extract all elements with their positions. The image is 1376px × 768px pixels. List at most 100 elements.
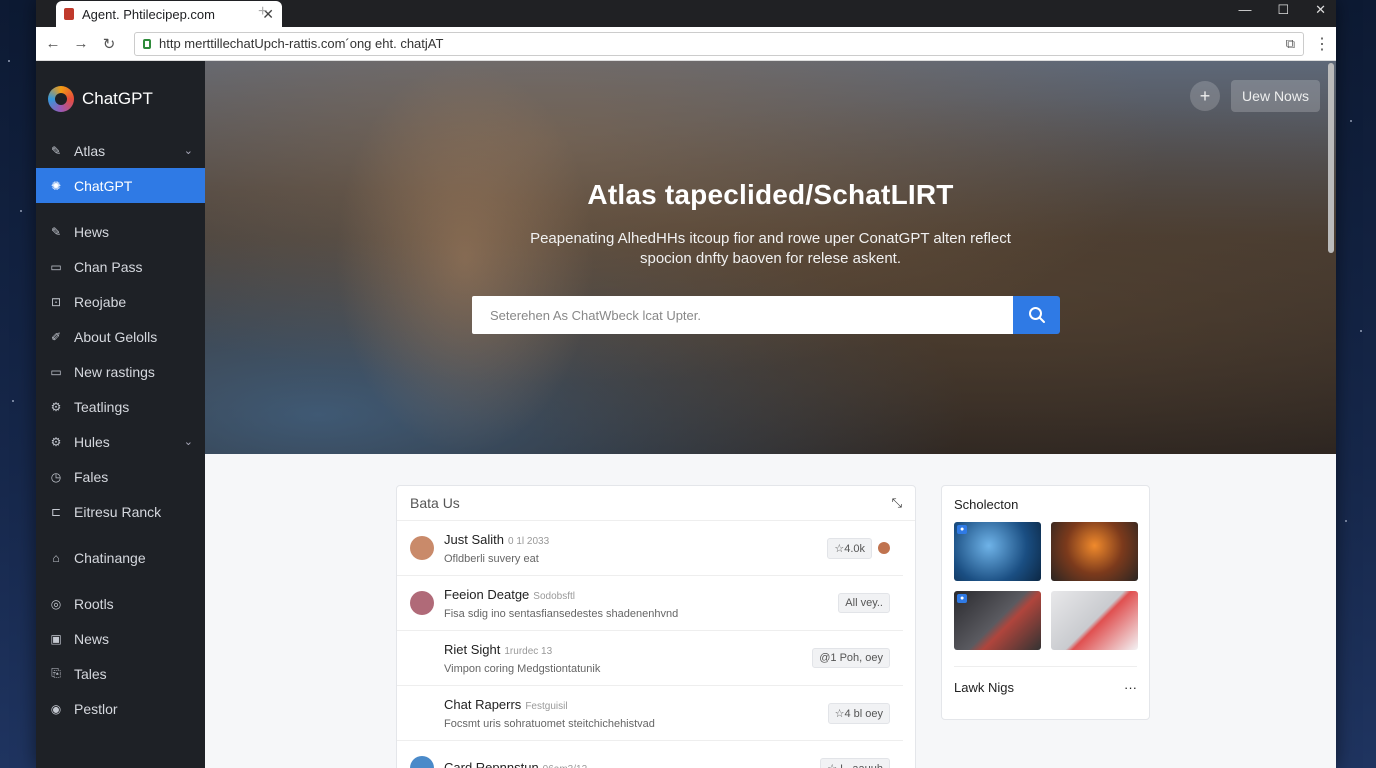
sidebar-item-pestlor[interactable]: ◉ Pestlor [36,691,205,726]
list-item-tag[interactable]: ☆4.0k [827,537,872,559]
add-icon[interactable]: + [1190,81,1220,111]
sidebar-item-fales[interactable]: ◷ Fales [36,459,205,494]
badge-icon: ● [957,525,968,534]
sidebar-item-label: About Gelolls [74,328,158,345]
sidebar-item-news[interactable]: ▣ News [36,621,205,656]
chevron-down-icon[interactable]: ⌄ [184,435,193,448]
sidebar-item-reojabe[interactable]: ⊡ Reojabe [36,284,205,319]
scrollbar[interactable] [1328,63,1334,253]
sidebar-item-label: Fales [74,468,109,485]
sidebar-item-eitresu-ranck[interactable]: ⊏ Eitresu Ranck [36,494,205,529]
forward-icon[interactable]: → [72,35,90,52]
list-item-text: Riet Sight 1rurdec 13 Vimpon coring Medgst… [444,641,812,675]
hero-subtitle: Peapenating AlhedHHs itcoup fior and row… [205,229,1336,269]
feed-card: Bata Us ⤡ Just Salith 0 1l 2033 Ofldberli … [396,485,916,768]
sidebar-item-label: Reojabe [74,293,127,310]
list-item-heading: Card Repnnstun 06am3/12 [444,759,820,768]
list-item[interactable]: Riet Sight 1rurdec 13 Vimpon coring Medgst… [397,631,903,686]
sidebar-item-atlas[interactable]: ✎ Atlas ⌄ [36,133,205,168]
feed-list: Just Salith 0 1l 2033 Ofldberli suvery eat… [397,521,915,768]
feed-header: Bata Us ⤡ [397,486,915,521]
new-tab-icon[interactable]: + [258,3,267,21]
pen-icon: ✎ [50,143,62,158]
list-item-description: Focsmt uris sohratuomet steitchichehistv… [444,718,655,730]
hero-title: Atlas tapeclided/SchatLIRT [587,179,954,210]
fire-thumbnail[interactable] [1051,522,1138,581]
avatar [410,756,434,768]
close-window-icon[interactable]: ✕ [1315,2,1326,18]
sidebar-item-tales[interactable]: ⎘ Tales [36,656,205,691]
sidebar-item-about-gelolls[interactable]: ✐ About Gelolls [36,319,205,354]
list-item-text: Feeion Deatge Sodobsftl Fisa sdig ino sent… [444,586,838,620]
list-item-name[interactable]: Chat Raperrs [444,697,521,712]
list-item[interactable]: Just Salith 0 1l 2033 Ofldberli suvery eat… [397,521,903,576]
sidebar-item-chan-pass[interactable]: ▭ Chan Pass [36,249,205,284]
sidebar-item-label: Rootls [74,595,114,612]
reload-icon[interactable]: ↻ [100,35,118,53]
lock-icon [143,38,151,49]
sidebar-item-label: News [74,630,110,647]
sidebar-item-hules[interactable]: ⚙ Hules ⌄ [36,424,205,459]
sidebar-item-label: ChatGPT [74,177,133,194]
brand[interactable]: ChatGPT [36,81,205,117]
new-button[interactable]: Uew Nows [1231,80,1320,112]
list-item-tag[interactable]: ☆ L. aauuh [820,757,890,768]
url-text[interactable]: http merttillechatUpch-rattis.com´ong eh… [159,36,1278,51]
browser-tab[interactable]: Agent. Phtilecipep.com ✕ [56,1,282,27]
settings-alt-icon: ⚙ [50,434,62,449]
list-item-tag[interactable]: @1 Poh, oey [812,648,890,668]
list-item-name[interactable]: Feeion Deatge [444,587,529,602]
list-item-name[interactable]: Riet Sight [444,642,500,657]
building-icon: ⌂ [52,550,60,565]
card-thumbnail[interactable] [1051,591,1138,650]
window-controls: — ☐ ✕ [1238,2,1326,18]
list-item[interactable]: Chat Raperrs Festguisil Focsmt uris sohrat… [397,686,903,741]
avatar [410,646,434,670]
list-item-heading: Riet Sight 1rurdec 13 [444,641,812,659]
list-item-meta: 1rurdec 13 [504,646,553,657]
sidebar-item-label: Atlas [74,142,106,159]
sidebar-item-label: Hews [74,223,110,240]
list-item-tag[interactable]: ☆4 bl oey [827,702,890,724]
pin-icon[interactable]: ⤡ [892,495,902,511]
list-item[interactable]: Card Repnnstun 06am3/12 ☆ L. aauuh [397,741,903,768]
maximize-icon[interactable]: ☐ [1277,2,1289,18]
menu-icon[interactable]: ⋮ [1314,34,1330,54]
hands-thumbnail[interactable]: ● [954,591,1041,650]
list-item-name[interactable]: Just Salith [444,532,504,547]
collection-card: Scholecton ● ● Lawk Nigs ··· [941,485,1150,720]
sidebar-item-label: New rastings [74,363,155,380]
badge-icon: ● [957,594,968,603]
extension-icon[interactable]: ⧉ [1286,36,1295,52]
list-item-tag[interactable]: All vey.. [838,593,890,613]
compass-icon: ✐ [50,329,62,344]
minimize-icon[interactable]: — [1238,2,1251,18]
chevron-down-icon[interactable]: ⌄ [184,144,193,157]
more-icon[interactable]: ··· [1124,680,1137,695]
box-icon: ⊏ [50,504,62,519]
list-item-name[interactable]: Card Repnnstun [444,760,539,768]
sidebar-item-chatinange[interactable]: ⌂ Chatinange [36,540,205,575]
sidebar-item-label: Chan Pass [74,258,143,275]
collection-title: Scholecton [954,496,1019,512]
search-button[interactable] [1013,296,1060,334]
sidebar-item-rootls[interactable]: ◎ Rootls [36,586,205,621]
sidebar-item-chatgpt[interactable]: ✺ ChatGPT [36,168,205,203]
back-icon[interactable]: ← [44,35,62,52]
earth-thumbnail[interactable]: ● [954,522,1041,581]
sidebar-item-label: Chatinange [74,549,146,566]
sidebar-item-label: Eitresu Ranck [74,503,162,520]
list-item[interactable]: Feeion Deatge Sodobsftl Fisa sdig ino sent… [397,576,903,631]
sidebar-item-hews[interactable]: ✎ Hews [36,214,205,249]
sidebar-item-label: Pestlor [74,700,118,717]
search-input[interactable] [472,296,1013,334]
list-item-description: Ofldberli suvery eat [444,553,539,565]
lock-icon: ⊡ [50,294,62,309]
address-bar[interactable]: http merttillechatUpch-rattis.com´ong eh… [134,31,1304,56]
avatar [410,591,434,615]
collection-footer-label[interactable]: Lawk Nigs [954,680,1014,695]
sidebar-item-teatlings[interactable]: ⚙ Teatlings [36,389,205,424]
sidebar-item-new-rastings[interactable]: ▭ New rastings [36,354,205,389]
hero-subtitle-line: Peapenating AlhedHHs itcoup fior and row… [530,230,1011,247]
browser-toolbar: ← → ↻ http merttillechatUpch-rattis.com´… [36,27,1336,61]
